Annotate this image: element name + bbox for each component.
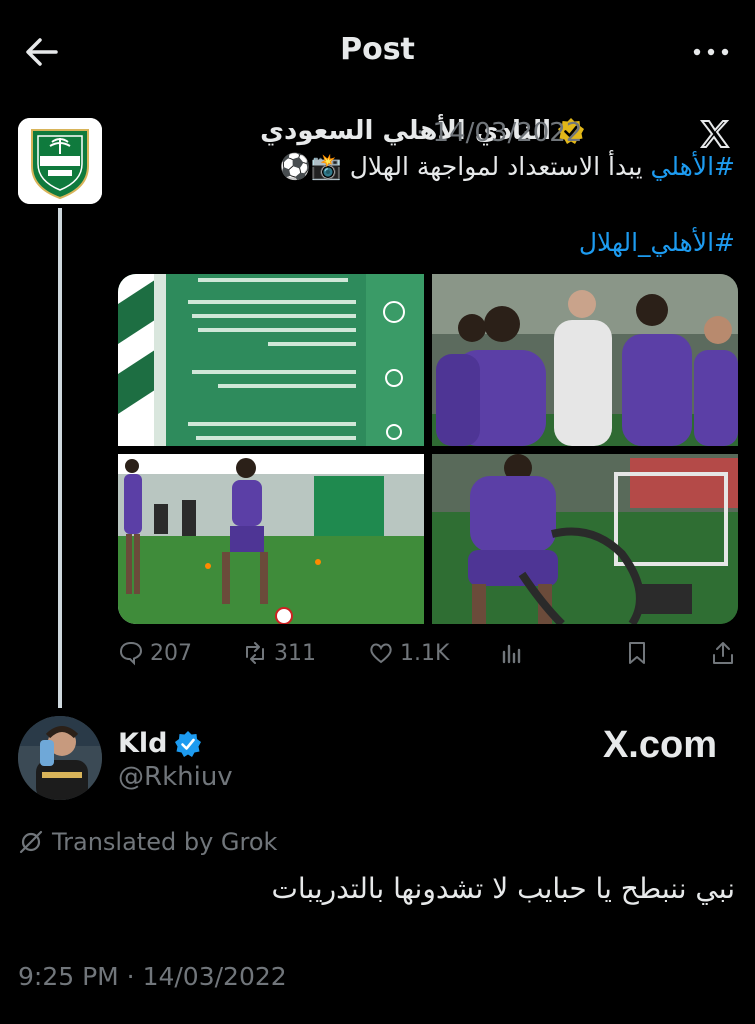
club-logo [18, 118, 102, 204]
like-action[interactable]: 1.1K [368, 640, 449, 666]
share-icon[interactable] [710, 640, 736, 666]
media-team-huddle[interactable] [432, 274, 738, 446]
reply-action[interactable]: 207 [118, 640, 192, 666]
reply-icon [119, 641, 143, 666]
reply-text: نبي ننبطح يا حبايب لا تشدونها بالتدريبات [271, 872, 735, 905]
avatar-image [18, 716, 102, 800]
analytics-icon[interactable] [498, 640, 524, 666]
heart-icon [370, 643, 392, 664]
club-avatar[interactable] [18, 118, 102, 204]
grok-icon [19, 830, 43, 854]
bookmark-icon[interactable] [624, 640, 650, 666]
hashtag-link-2[interactable]: #الأهلي_الهلال [579, 228, 735, 257]
post-header: Post [0, 0, 755, 104]
repost-action[interactable]: 311 [242, 640, 316, 666]
separator-dot: · [416, 118, 425, 148]
infographic-image [118, 274, 424, 446]
quoted-date-row: · 14/03/2022 [416, 118, 582, 148]
media-infographic[interactable] [118, 274, 424, 446]
team-huddle-image [432, 274, 738, 446]
x-logo-icon [699, 120, 730, 148]
page-title: Post [340, 32, 415, 67]
translated-by-grok[interactable]: Translated by Grok [18, 828, 277, 856]
reply-count: 207 [150, 640, 192, 666]
repost-count: 311 [274, 640, 316, 666]
like-count: 1.1K [400, 640, 450, 666]
battle-rope-image [432, 454, 738, 624]
reply-author-name[interactable]: Kld [118, 728, 168, 759]
media-grid[interactable] [118, 274, 738, 624]
xcom-watermark: X.com [602, 724, 717, 766]
player-dribbling-image [118, 454, 424, 624]
media-battle-rope[interactable] [432, 454, 738, 624]
action-bar: 207 311 1.1K [118, 640, 743, 676]
more-horizontal-icon[interactable] [689, 34, 733, 70]
reply-author-row: Kld [118, 728, 202, 759]
media-player-dribbling[interactable] [118, 454, 424, 624]
quoted-date[interactable]: 14/03/2022 [433, 118, 583, 148]
repost-icon [246, 642, 264, 664]
reply-handle[interactable]: @Rkhiuv [118, 762, 233, 792]
hashtag-link[interactable]: #الأهلي [651, 152, 735, 181]
post-timestamp[interactable]: 9:25 PM · 14/03/2022 [18, 962, 287, 991]
thread-line [58, 208, 62, 708]
quoted-tweet-text: #الأهلي يبدأ الاستعداد لمواجهة الهلال 📸⚽ [280, 152, 735, 182]
quoted-text-body: يبدأ الاستعداد لمواجهة الهلال 📸⚽ [279, 152, 651, 181]
reply-avatar[interactable] [18, 716, 102, 800]
verified-blue-icon [174, 730, 201, 757]
translated-label: Translated by Grok [52, 828, 278, 856]
